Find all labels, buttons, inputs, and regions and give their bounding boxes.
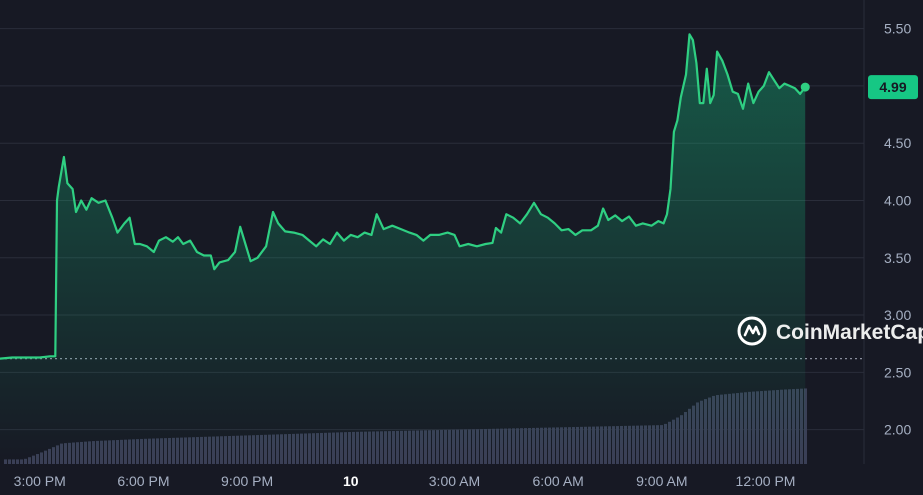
x-tick-label: 3:00 PM (14, 473, 66, 489)
y-tick-label: 4.00 (884, 192, 911, 208)
x-tick-label: 6:00 AM (532, 473, 583, 489)
watermark-text: CoinMarketCap (776, 321, 923, 344)
current-price-badge: 4.99 (868, 75, 918, 100)
y-tick-label: 4.50 (884, 135, 911, 151)
x-tick-label: 12:00 PM (736, 473, 796, 489)
last-price-dot (800, 82, 810, 92)
current-price-label: 4.99 (879, 79, 906, 95)
y-tick-label: 2.50 (884, 364, 911, 380)
x-tick-label: 9:00 PM (221, 473, 273, 489)
price-chart[interactable]: 5.505.004.504.003.503.002.502.00 3:00 PM… (0, 0, 923, 495)
y-tick-label: 3.50 (884, 250, 911, 266)
y-tick-label: 5.50 (884, 21, 911, 37)
x-tick-label: 10 (343, 473, 359, 489)
y-tick-label: 2.00 (884, 422, 911, 438)
x-tick-label: 9:00 AM (636, 473, 687, 489)
x-tick-label: 6:00 PM (117, 473, 169, 489)
x-tick-label: 3:00 AM (429, 473, 480, 489)
